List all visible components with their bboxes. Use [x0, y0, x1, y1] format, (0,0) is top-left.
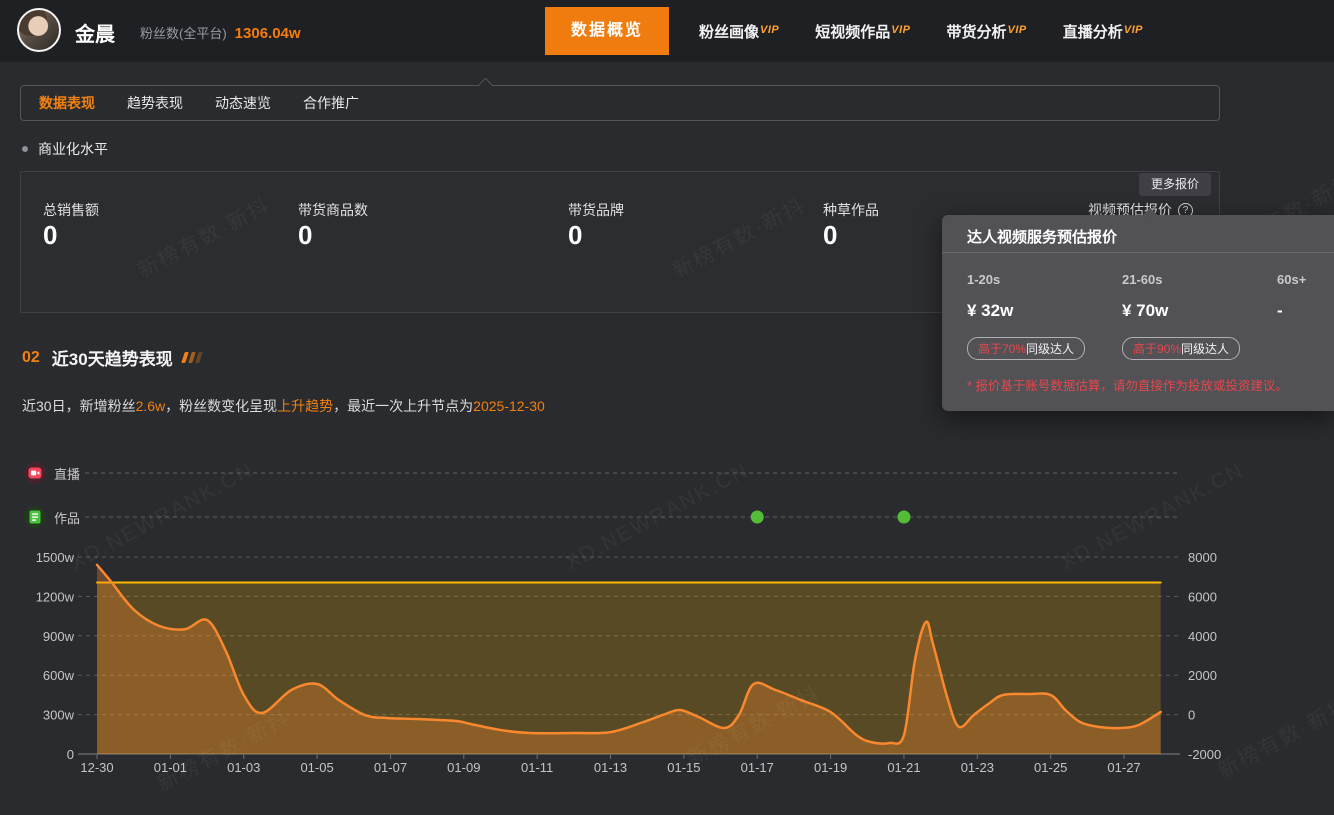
page: 金晨 粉丝数(全平台)1306.04w 数据概览粉丝画像VIP短视频作品VIP带… — [0, 0, 1334, 815]
x-axis-label: 01-23 — [961, 760, 994, 775]
x-axis-label: 12-30 — [80, 760, 113, 775]
left-axis-label: 900w — [43, 629, 75, 644]
duration-label: 21-60s — [1122, 272, 1162, 287]
right-axis-label: 0 — [1188, 708, 1195, 723]
x-axis-label: 01-13 — [594, 760, 627, 775]
left-axis-label: 300w — [43, 708, 75, 723]
price-value: - — [1277, 301, 1283, 321]
right-axis-label: 2000 — [1188, 668, 1217, 683]
x-axis-label: 01-07 — [374, 760, 407, 775]
duration-label: 1-20s — [967, 272, 1000, 287]
right-axis-label: 8000 — [1188, 550, 1217, 565]
x-axis-label: 01-19 — [814, 760, 847, 775]
popup-note: * 报价基于账号数据估算，请勿直接作为投放或投资建议。 — [967, 375, 1288, 394]
price-popup: 达人视频服务预估报价 1-20s ¥ 32w 高于70%同级达人 21-60s ¥ 70… — [942, 215, 1334, 411]
price-value: ¥ 32w — [967, 301, 1013, 321]
left-axis-label: 0 — [67, 747, 74, 762]
right-axis-label: 6000 — [1188, 589, 1217, 604]
works-event-dot[interactable] — [751, 511, 764, 524]
duration-label: 60s+ — [1277, 272, 1306, 287]
rank-badge: 高于70%同级达人 — [967, 337, 1085, 360]
x-axis-label: 01-27 — [1107, 760, 1140, 775]
popup-divider — [942, 252, 1334, 253]
left-axis-label: 600w — [43, 668, 75, 683]
rank-badge: 高于90%同级达人 — [1122, 337, 1240, 360]
left-axis-label: 1200w — [36, 589, 75, 604]
price-value: ¥ 70w — [1122, 301, 1168, 321]
right-axis-label: 4000 — [1188, 629, 1217, 644]
popup-title: 达人视频服务预估报价 — [967, 226, 1117, 247]
x-axis-label: 01-21 — [887, 760, 920, 775]
x-axis-label: 01-05 — [300, 760, 333, 775]
works-event-dot[interactable] — [897, 511, 910, 524]
x-axis-label: 01-09 — [447, 760, 480, 775]
x-axis-label: 01-25 — [1034, 760, 1067, 775]
x-axis-label: 01-11 — [521, 760, 553, 775]
x-axis-label: 01-17 — [741, 760, 774, 775]
